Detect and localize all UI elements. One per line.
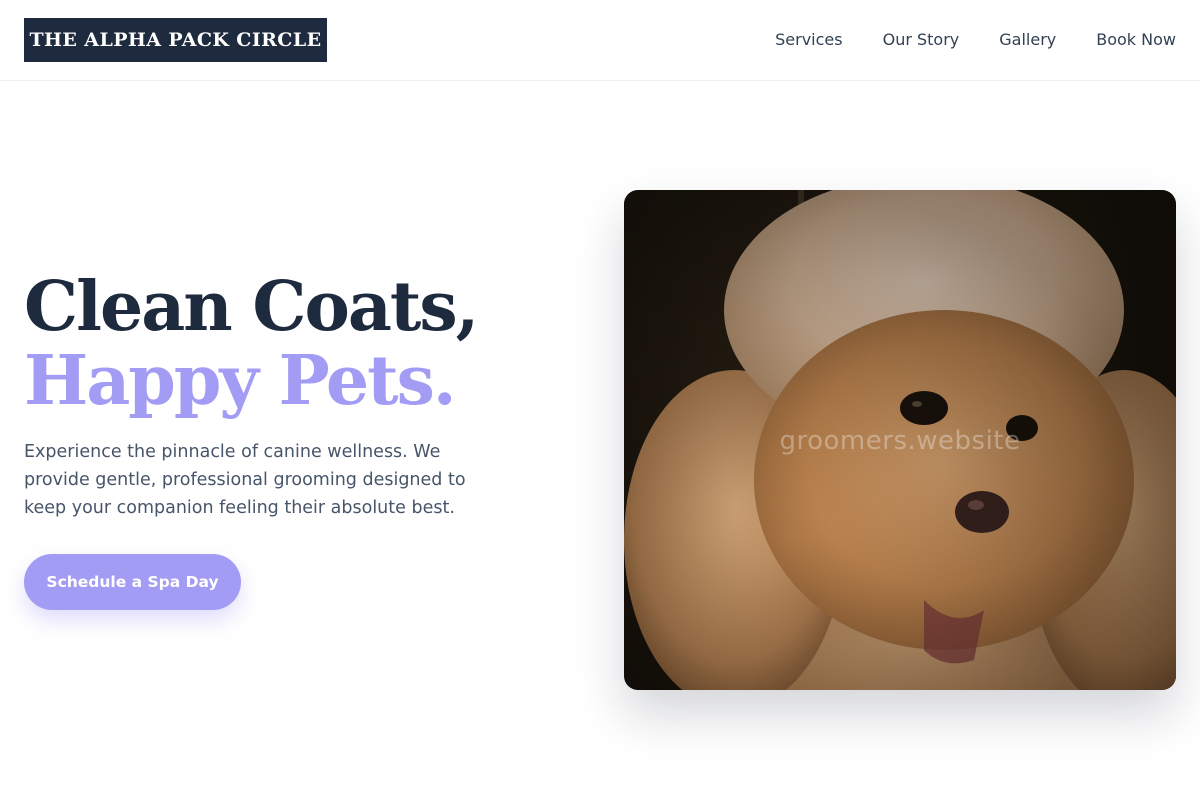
- main-nav: Services Our Story Gallery Book Now: [775, 30, 1176, 49]
- hero-poodle-image: groomers.website: [624, 190, 1176, 690]
- hero-description: Experience the pinnacle of canine wellne…: [24, 442, 466, 518]
- hero-title: Clean Coats, Happy Pets.: [24, 267, 479, 421]
- nav-link-our-story[interactable]: Our Story: [883, 30, 960, 49]
- nav-link-book-now[interactable]: Book Now: [1096, 30, 1176, 49]
- brand-logo[interactable]: THE ALPHA PACK CIRCLE: [24, 18, 327, 62]
- hero-title-line1: Clean Coats,: [24, 267, 479, 347]
- nav-link-gallery[interactable]: Gallery: [999, 30, 1056, 49]
- image-watermark: groomers.website: [779, 426, 1021, 456]
- hero-title-line2: Happy Pets.: [24, 341, 457, 421]
- site-header: THE ALPHA PACK CIRCLE Services Our Story…: [0, 0, 1200, 81]
- schedule-spa-day-button[interactable]: Schedule a Spa Day: [24, 554, 241, 610]
- nav-link-services[interactable]: Services: [775, 30, 842, 49]
